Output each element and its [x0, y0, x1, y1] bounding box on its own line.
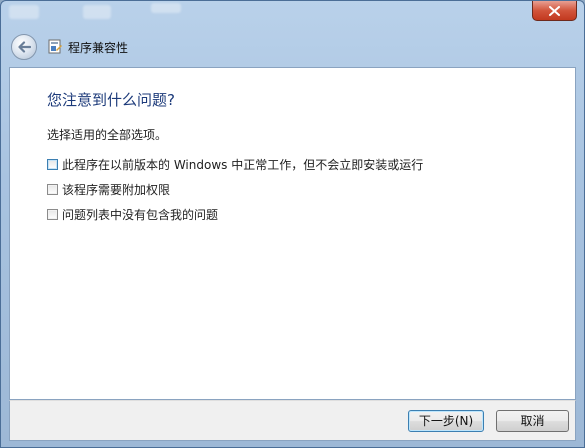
- program-compatibility-icon: [48, 39, 62, 54]
- checkbox-problem-not-listed[interactable]: [47, 209, 58, 220]
- option-additional-permissions[interactable]: 该程序需要附加权限: [47, 177, 423, 202]
- option-label: 此程序在以前版本的 Windows 中正常工作，但不会立即安装或运行: [62, 158, 424, 172]
- next-button[interactable]: 下一步(N): [408, 410, 484, 432]
- glass-artifact: [83, 5, 111, 19]
- option-label: 该程序需要附加权限: [62, 183, 171, 197]
- instruction-text: 选择适用的全部选项。: [47, 128, 168, 142]
- back-arrow-icon: [18, 41, 31, 53]
- close-button[interactable]: [532, 1, 577, 21]
- option-label: 问题列表中没有包含我的问题: [62, 208, 219, 222]
- close-icon: [549, 5, 560, 16]
- problem-options: 此程序在以前版本的 Windows 中正常工作，但不会立即安装或运行 该程序需要…: [47, 152, 423, 227]
- checkbox-previous-windows[interactable]: [47, 159, 58, 170]
- back-button[interactable]: [11, 34, 37, 60]
- glass-artifact: [151, 3, 181, 13]
- wizard-window: 程序兼容性 您注意到什么问题? 选择适用的全部选项。 此程序在以前版本的 Win…: [0, 0, 585, 448]
- navigation-bar: 程序兼容性: [9, 29, 576, 65]
- page-heading: 您注意到什么问题?: [47, 91, 175, 109]
- checkbox-additional-permissions[interactable]: [47, 184, 58, 195]
- glass-artifact: [9, 5, 39, 19]
- button-bar: 下一步(N) 取消: [9, 400, 576, 441]
- option-previous-windows[interactable]: 此程序在以前版本的 Windows 中正常工作，但不会立即安装或运行: [47, 152, 423, 177]
- option-problem-not-listed[interactable]: 问题列表中没有包含我的问题: [47, 202, 423, 227]
- wizard-content: 您注意到什么问题? 选择适用的全部选项。 此程序在以前版本的 Windows 中…: [9, 67, 576, 400]
- cancel-button[interactable]: 取消: [496, 410, 569, 432]
- window-title: 程序兼容性: [68, 40, 129, 55]
